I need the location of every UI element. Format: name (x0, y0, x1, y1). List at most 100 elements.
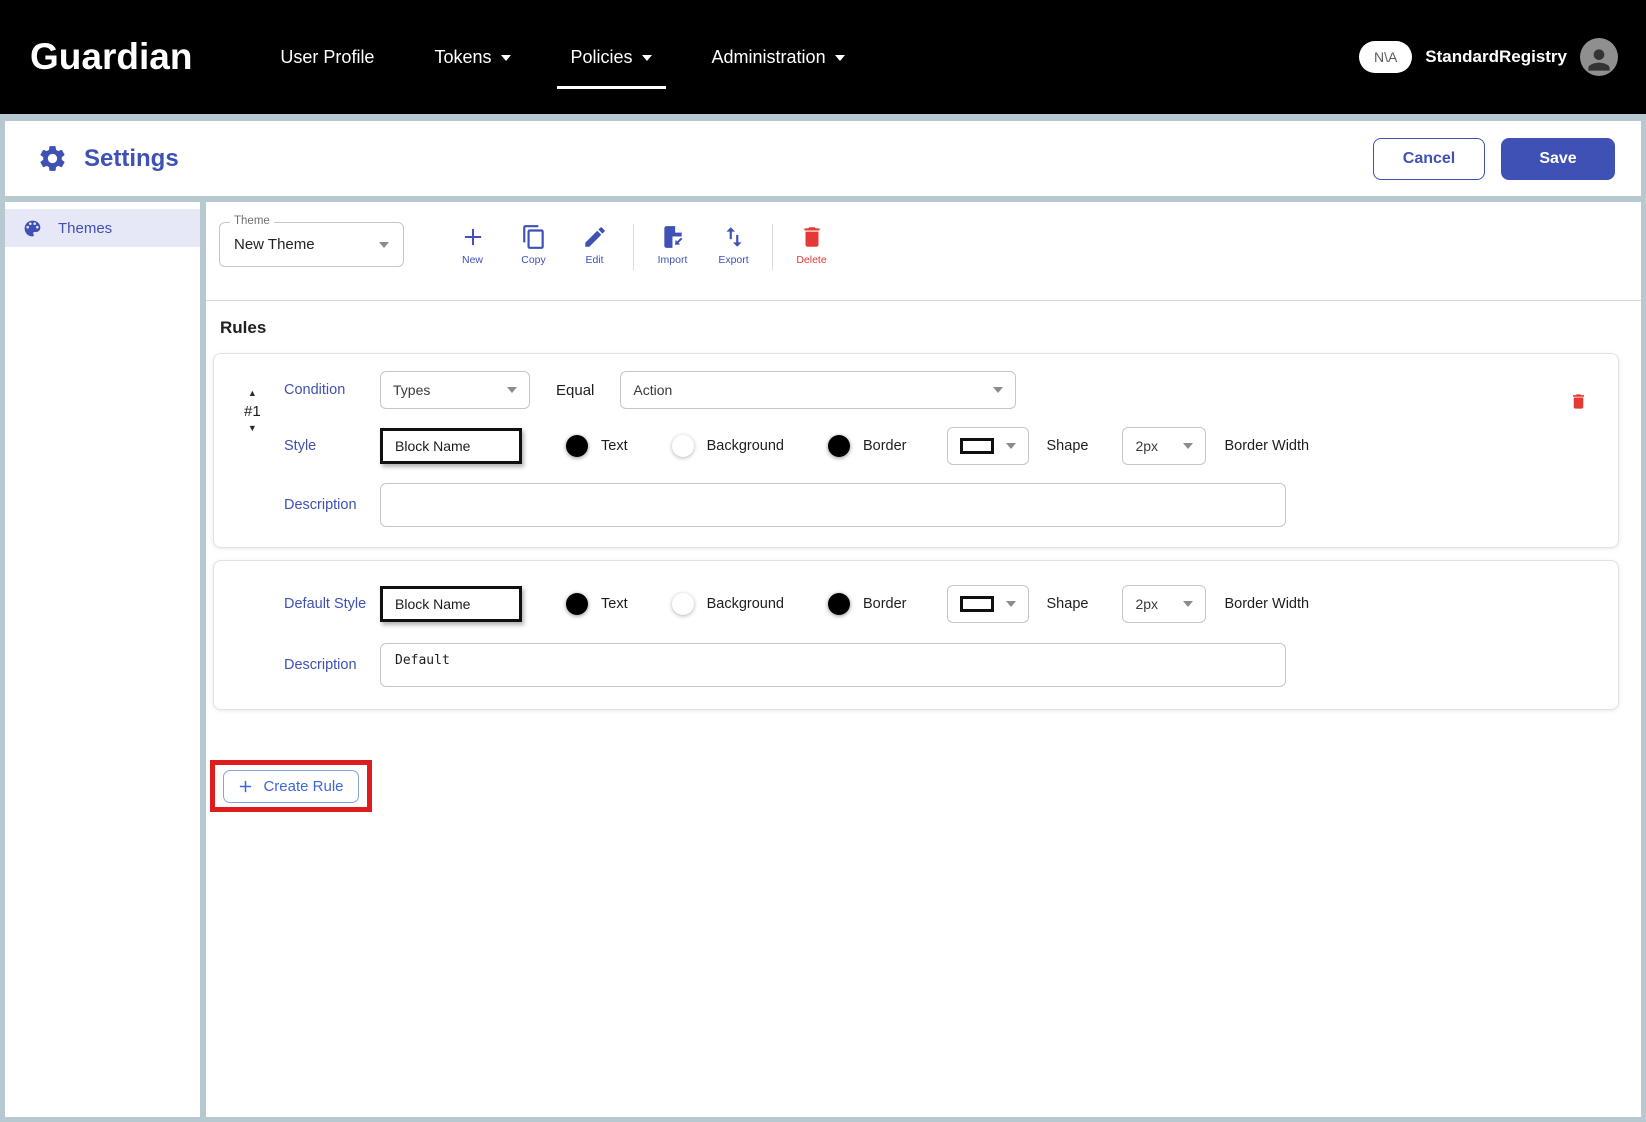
nav-item-label: Administration (712, 47, 826, 68)
default-style-row: Default Style Block Name Text Background… (284, 585, 1590, 623)
settings-title: Settings (37, 143, 179, 174)
export-theme-button[interactable]: Export (703, 224, 764, 266)
nav-item-administration[interactable]: Administration (682, 0, 875, 114)
block-name-preview[interactable]: Block Name (380, 586, 522, 622)
nav-item-tokens[interactable]: Tokens (404, 0, 540, 114)
shape-label: Shape (1047, 438, 1089, 454)
condition-value-select[interactable]: Action (620, 371, 1016, 409)
shape-label: Shape (1047, 596, 1089, 612)
move-down-button[interactable]: ▼ (246, 421, 259, 437)
border-width-select[interactable]: 2px (1122, 427, 1206, 465)
plus-icon (238, 779, 253, 794)
condition-type-select[interactable]: Types (380, 371, 530, 409)
chevron-down-icon (501, 55, 511, 61)
chevron-down-icon (642, 55, 652, 61)
background-color-swatch[interactable] (672, 435, 694, 457)
theme-row: Theme New Theme New Copy Edit (213, 222, 1619, 270)
page-frame: Settings Cancel Save Themes Theme New Th… (0, 114, 1646, 1122)
shape-preview-rect (960, 438, 994, 454)
avatar[interactable] (1580, 38, 1618, 76)
rule-index: #1 (244, 403, 261, 420)
page-title: Settings (84, 145, 179, 173)
delete-theme-button[interactable]: Delete (781, 224, 842, 266)
theme-select-value: New Theme (234, 236, 315, 253)
balance-badge: N\A (1359, 41, 1412, 73)
shape-select[interactable] (947, 427, 1029, 465)
pencil-icon (582, 224, 608, 250)
theme-toolbar: New Copy Edit Import (442, 224, 842, 270)
border-width-label: Border Width (1224, 438, 1309, 454)
text-color-swatch[interactable] (566, 435, 588, 457)
default-style-label: Default Style (284, 596, 380, 612)
border-width-select[interactable]: 2px (1122, 585, 1206, 623)
copy-theme-button[interactable]: Copy (503, 224, 564, 266)
create-rule-wrap: Create Rule (210, 760, 1619, 812)
rule-order-control: ▲ #1 ▼ (244, 386, 261, 436)
edit-theme-button[interactable]: Edit (564, 224, 625, 266)
chevron-down-icon (1183, 443, 1193, 449)
new-theme-button[interactable]: New (442, 224, 503, 266)
nav-item-label: User Profile (280, 47, 374, 68)
chevron-down-icon (835, 55, 845, 61)
block-name-preview[interactable]: Block Name (380, 428, 522, 464)
chevron-down-icon (1006, 443, 1016, 449)
save-button[interactable]: Save (1501, 138, 1615, 180)
chevron-down-icon (379, 242, 389, 248)
annotation-highlight: Create Rule (210, 760, 372, 812)
palette-icon (22, 218, 43, 239)
border-color-group: Border (828, 435, 907, 457)
cancel-button[interactable]: Cancel (1373, 138, 1485, 180)
export-arrows-icon (721, 224, 747, 250)
nav-item-label: Policies (571, 47, 633, 68)
border-color-swatch[interactable] (828, 435, 850, 457)
shape-preview-rect (960, 596, 994, 612)
nav-item-user-profile[interactable]: User Profile (250, 0, 404, 114)
username: StandardRegistry (1425, 47, 1567, 67)
main-nav: User Profile Tokens Policies Administrat… (250, 0, 874, 114)
themes-panel: Theme New Theme New Copy Edit (206, 202, 1641, 1117)
rules-heading: Rules (220, 318, 1619, 338)
bar-actions: Cancel Save (1373, 138, 1615, 180)
nav-item-policies[interactable]: Policies (541, 0, 682, 114)
border-color-group: Border (828, 593, 907, 615)
header-right: N\A StandardRegistry (1359, 38, 1646, 76)
description-row: Description (284, 483, 1590, 527)
text-color-swatch[interactable] (566, 593, 588, 615)
theme-select[interactable]: Theme New Theme (219, 222, 404, 267)
trash-icon (799, 224, 825, 250)
description-label: Description (284, 497, 380, 513)
chevron-down-icon (1183, 601, 1193, 607)
create-rule-button[interactable]: Create Rule (223, 770, 359, 803)
move-up-button[interactable]: ▲ (246, 386, 259, 402)
import-theme-button[interactable]: Import (642, 224, 703, 266)
description-label: Description (284, 657, 380, 673)
border-color-swatch[interactable] (828, 593, 850, 615)
chevron-down-icon (993, 387, 1003, 393)
app-logo: Guardian (30, 36, 192, 78)
gear-icon (37, 143, 68, 174)
person-icon (1583, 44, 1615, 76)
background-color-swatch[interactable] (672, 593, 694, 615)
condition-row: Condition Types Equal Action (284, 371, 1590, 409)
plus-icon (460, 224, 486, 250)
description-row: Description Default (284, 643, 1590, 687)
chevron-down-icon (1006, 601, 1016, 607)
content-row: Themes Theme New Theme New (5, 202, 1641, 1117)
toolbar-separator (772, 224, 773, 270)
shape-select[interactable] (947, 585, 1029, 623)
rule-card-1: ▲ #1 ▼ Condition Types Equal Action (213, 353, 1619, 548)
condition-label: Condition (284, 382, 380, 398)
style-row: Style Block Name Text Background Border (284, 427, 1590, 465)
app-header: Guardian User Profile Tokens Policies Ad… (0, 0, 1646, 114)
operator-label: Equal (556, 382, 594, 399)
default-style-card: Default Style Block Name Text Background… (213, 560, 1619, 710)
delete-rule-button[interactable] (1569, 392, 1588, 411)
text-color-group: Text (566, 593, 628, 615)
toolbar-separator (633, 224, 634, 270)
sidebar-item-themes[interactable]: Themes (5, 209, 200, 247)
theme-select-label: Theme (230, 215, 274, 227)
sidebar: Themes (5, 202, 200, 1117)
text-color-group: Text (566, 435, 628, 457)
description-input[interactable]: Default (380, 643, 1286, 687)
description-input[interactable] (380, 483, 1286, 527)
